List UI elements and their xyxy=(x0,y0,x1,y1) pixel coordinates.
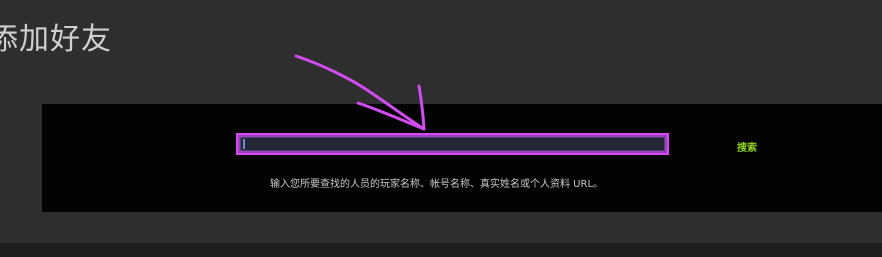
search-hint-text: 输入您所要查找的人员的玩家名称、帐号名称、真实姓名或个人资料 URL。 xyxy=(270,179,604,190)
search-button[interactable]: 搜索 xyxy=(737,139,757,154)
bottom-divider xyxy=(0,243,882,257)
friend-search-input[interactable] xyxy=(236,133,669,155)
text-cursor xyxy=(243,139,245,149)
page-title: 添加好友 xyxy=(0,22,112,57)
friend-search-panel: 搜索 输入您所要查找的人员的玩家名称、帐号名称、真实姓名或个人资料 URL。 xyxy=(42,104,882,212)
add-friend-page: 添加好友 搜索 输入您所要查找的人员的玩家名称、帐号名称、真实姓名或个人资料 U… xyxy=(0,0,882,257)
